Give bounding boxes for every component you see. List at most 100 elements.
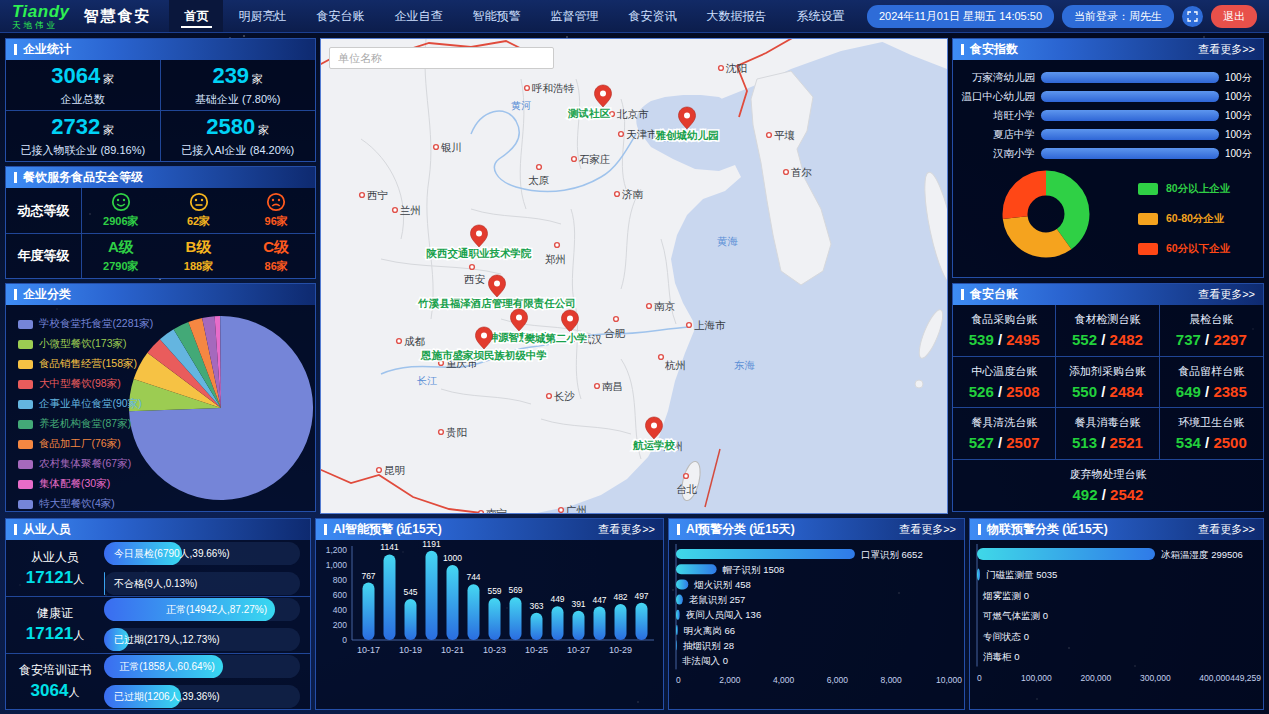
map-pin[interactable] xyxy=(489,275,506,297)
staff-metric: 食安培训证书3064人 xyxy=(6,662,104,701)
panel-safety-level: 餐饮服务食品安全等级 动态等级2906家62家96家年度等级A级2790家B级1… xyxy=(5,166,316,279)
dashboard-root: Tiandy 天地伟业 智慧食安 首页明厨亮灶食安台账企业自查智能预警监督管理食… xyxy=(0,0,1269,714)
bar-text: 今日晨检(6790人,39.66%) xyxy=(114,542,230,565)
safety-level-row: 动态等级2906家62家96家 xyxy=(6,188,315,233)
legend-item: 食品加工厂(76家) xyxy=(18,437,153,451)
menu-item-7[interactable]: 食安资讯 xyxy=(613,0,691,32)
progress-fill xyxy=(104,572,105,595)
row-label: 动态等级 xyxy=(6,188,82,233)
ledger-label: 餐具消毒台账 xyxy=(1074,415,1140,430)
brand-logo-subtext: 天地伟业 xyxy=(12,21,69,30)
donut-legend-item: 60-80分企业 xyxy=(1138,212,1230,226)
pin-label: 雅创城幼儿园 xyxy=(655,129,719,141)
menu-item-8[interactable]: 大数据报告 xyxy=(691,0,781,32)
panel-enterprise-stats: 企业统计 3064家企业总数239家基础企业 (7.80%)2732家已接入物联… xyxy=(5,38,316,162)
menu-item-5[interactable]: 智能预警 xyxy=(457,0,535,32)
menu-item-3[interactable]: 食安台账 xyxy=(301,0,379,32)
svg-text:消毒柜 0: 消毒柜 0 xyxy=(983,651,1019,662)
brand-logo: Tiandy 天地伟业 xyxy=(0,3,79,30)
svg-text:黄海: 黄海 xyxy=(717,235,739,247)
svg-text:烟火识别 458: 烟火识别 458 xyxy=(693,579,751,590)
city-label: 首尔 xyxy=(791,166,813,178)
city-label: 杭州 xyxy=(664,359,686,371)
city-label: 南京 xyxy=(654,300,676,312)
legend-swatch xyxy=(1138,243,1158,255)
logout-button[interactable]: 退出 xyxy=(1211,5,1257,28)
svg-text:10-23: 10-23 xyxy=(483,645,506,655)
view-more-link[interactable]: 查看更多>> xyxy=(899,522,956,537)
donut-legend: 80分以上企业60-80分企业60分以下企业 xyxy=(1138,182,1230,272)
ledger-cell: 中心温度台账526 / 2508 xyxy=(953,357,1056,409)
city-label: 上海市 xyxy=(694,319,726,331)
svg-text:长江: 长江 xyxy=(417,375,437,386)
pin-label: 航运学校 xyxy=(632,439,676,451)
svg-text:744: 744 xyxy=(466,572,480,582)
fullscreen-button[interactable] xyxy=(1182,6,1203,27)
svg-text:600: 600 xyxy=(333,590,347,600)
legend-swatch xyxy=(1138,213,1158,225)
progress-track: 今日晨检(6790人,39.66%) xyxy=(104,542,300,565)
svg-text:0: 0 xyxy=(342,635,347,645)
map-canvas[interactable]: 黄河长江渤海黄海东海呼和浩特沈阳北京市天津市石家庄太原济南银川西宁兰州郑州西安成… xyxy=(321,39,947,513)
progress-track: 已过期(1206人,39.36%) xyxy=(104,685,300,708)
fullscreen-icon xyxy=(1187,11,1198,22)
city-dot xyxy=(659,355,664,360)
panel-company-category: 企业分类 学校食堂托食堂(2281家)小微型餐饮(173家)食品销售经营(158… xyxy=(5,283,316,512)
pin-label: 陕西交通职业技术学院 xyxy=(427,247,533,260)
main-menu: 首页明厨亮灶食安台账企业自查智能预警监督管理食安资讯大数据报告系统设置 xyxy=(169,0,859,32)
city-label: 成都 xyxy=(404,335,426,347)
map-pin[interactable] xyxy=(476,327,493,349)
legend-swatch xyxy=(1138,183,1158,195)
map-pin[interactable] xyxy=(471,225,488,247)
view-more-link[interactable]: 查看更多>> xyxy=(1198,287,1255,302)
legend-swatch xyxy=(18,340,33,349)
city-label: 贵阳 xyxy=(446,426,467,438)
panel-header: 物联预警分类 (近15天)查看更多>> xyxy=(970,519,1263,540)
menu-item-6[interactable]: 监督管理 xyxy=(535,0,613,32)
menu-item-9[interactable]: 系统设置 xyxy=(781,0,859,32)
menu-item-4[interactable]: 企业自查 xyxy=(379,0,457,32)
map-pin[interactable] xyxy=(511,309,528,331)
panel-safety-index: 食安指数查看更多>> 万家湾幼儿园100分温口中心幼儿园100分培旺小学100分… xyxy=(952,38,1264,278)
menu-item-1[interactable]: 首页 xyxy=(169,0,223,32)
panel-header: 食安台账查看更多>> xyxy=(953,284,1263,305)
legend-label: 特大型餐饮(4家) xyxy=(39,497,115,511)
city-dot xyxy=(684,474,689,479)
legend-item: 农村集体聚餐(67家) xyxy=(18,457,153,471)
svg-text:200: 200 xyxy=(333,620,347,630)
dynamic-grade-item: 96家 xyxy=(237,192,315,229)
ledger-value: 649 / 2385 xyxy=(1176,383,1247,400)
view-more-link[interactable]: 查看更多>> xyxy=(1198,522,1255,537)
city-label: 兰州 xyxy=(400,204,421,216)
svg-text:200,000: 200,000 xyxy=(1081,673,1112,683)
pin-label: 竹溪县福泽酒店管理有限责任公司 xyxy=(417,297,576,310)
panel-header: 企业统计 xyxy=(6,39,315,60)
index-bar-row: 万家湾幼儿园100分 xyxy=(961,68,1255,87)
map-search-input[interactable] xyxy=(329,47,554,69)
city-dot xyxy=(439,430,444,435)
svg-text:1000: 1000 xyxy=(443,553,462,563)
grade-count: 2790家 xyxy=(103,259,138,274)
index-score: 100分 xyxy=(1219,71,1255,85)
svg-text:可燃气体监测 0: 可燃气体监测 0 xyxy=(982,610,1048,621)
panel-header: 餐饮服务食品安全等级 xyxy=(6,167,315,188)
safety-index-bars: 万家湾幼儿园100分温口中心幼儿园100分培旺小学100分夏店中学100分汉南小… xyxy=(953,60,1263,163)
view-more-link[interactable]: 查看更多>> xyxy=(1198,42,1255,57)
ledger-grid: 食品采购台账539 / 2495食材检测台账552 / 2482晨检台账737 … xyxy=(953,305,1263,511)
school-name: 温口中心幼儿园 xyxy=(961,90,1041,104)
legend-swatch xyxy=(18,460,33,469)
svg-text:非法闯入 0: 非法闯入 0 xyxy=(682,655,728,666)
menu-item-2[interactable]: 明厨亮灶 xyxy=(223,0,301,32)
index-bar-track xyxy=(1041,129,1219,140)
svg-text:300,000: 300,000 xyxy=(1140,673,1171,683)
city-dot xyxy=(397,339,402,344)
bar-text: 已过期(2179人,12.73%) xyxy=(114,628,220,651)
legend-swatch xyxy=(18,380,33,389)
city-dot xyxy=(767,133,772,138)
grade-label: A级 xyxy=(108,238,134,257)
city-label: 合肥 xyxy=(604,327,626,339)
view-more-link[interactable]: 查看更多>> xyxy=(598,522,655,537)
svg-text:391: 391 xyxy=(571,599,585,609)
city-dot xyxy=(360,193,365,198)
map-pin[interactable] xyxy=(595,85,612,107)
